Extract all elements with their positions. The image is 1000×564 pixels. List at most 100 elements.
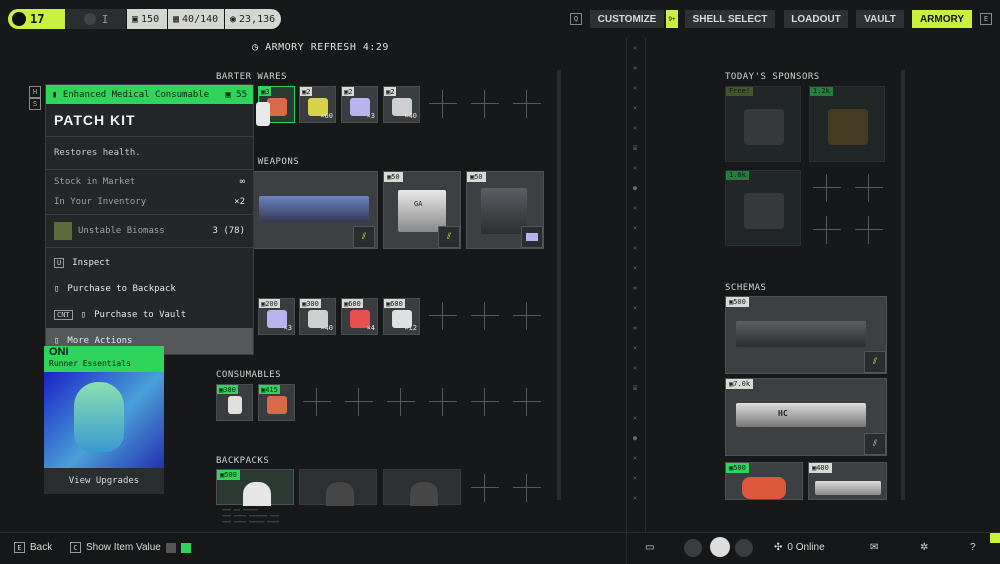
empty-slot bbox=[387, 388, 415, 416]
party-slot-left[interactable] bbox=[684, 539, 702, 557]
barter-item-price: 2 bbox=[348, 87, 353, 96]
show-key: C bbox=[70, 542, 81, 553]
consumable-item[interactable]: ▣ 415 bbox=[258, 384, 295, 421]
credits-toggle-icon bbox=[180, 542, 191, 553]
biomass-icon bbox=[54, 222, 72, 240]
armory-refresh: ◷ ARMORY REFRESH 4:29 bbox=[252, 42, 389, 53]
inventory-value: ×2 bbox=[234, 197, 245, 207]
nav-armory[interactable]: ARMORY bbox=[912, 10, 972, 28]
empty-slot bbox=[855, 216, 883, 244]
ammo-item[interactable]: ▣ 600 ×12 bbox=[383, 298, 420, 335]
oni-artwork bbox=[44, 372, 164, 468]
schema-item[interactable]: ▣ 500 bbox=[725, 462, 803, 500]
sponsor-price: Free! bbox=[726, 87, 754, 96]
action-purchase-vault[interactable]: CNT ▯ Purchase to Vault bbox=[46, 302, 253, 328]
barter-item[interactable]: ▣ 2 ×60 bbox=[299, 86, 336, 123]
barter-item[interactable]: ▣ 2 ×40 bbox=[383, 86, 420, 123]
ammo-qty: ×12 bbox=[404, 324, 417, 332]
ammo-item[interactable]: ▣ 600 ×4 bbox=[341, 298, 378, 335]
barter-item-qty: ×60 bbox=[320, 112, 333, 120]
cost-label: Unstable Biomass bbox=[78, 226, 165, 236]
oni-brand: ONI bbox=[49, 346, 69, 358]
empty-slot bbox=[429, 388, 457, 416]
mail-icon[interactable]: ✉ bbox=[870, 542, 878, 553]
consumable-item[interactable]: ▣ 300 bbox=[216, 384, 253, 421]
schema-item[interactable]: ▣ 7.0k HC ⫽ bbox=[725, 378, 887, 456]
nav-loadout[interactable]: LOADOUT bbox=[784, 10, 848, 28]
faction-indicator[interactable]: I bbox=[66, 9, 126, 29]
empty-slot bbox=[345, 388, 373, 416]
nav-vault[interactable]: VAULT bbox=[856, 10, 904, 28]
schema-item[interactable]: ▣ 400 bbox=[808, 462, 887, 500]
empty-slot bbox=[513, 474, 541, 502]
tooltip-price: ▣ 55 bbox=[225, 89, 247, 100]
section-sponsors: TODAY'S SPONSORS bbox=[725, 72, 820, 82]
action-inspect[interactable]: U Inspect bbox=[46, 250, 253, 276]
ammo-item[interactable]: ▣ 200 ×3 bbox=[258, 298, 295, 335]
party-slot-right[interactable] bbox=[735, 539, 753, 557]
action-purchase-backpack[interactable]: ▯ Purchase to Backpack bbox=[46, 276, 253, 302]
notification-badge: 9+ bbox=[666, 10, 678, 28]
schema-item[interactable]: ▣ 500 ⫽ bbox=[725, 296, 887, 374]
price-tag: ▣ 3 bbox=[259, 87, 272, 96]
x-icon: ✕ bbox=[632, 164, 638, 172]
section-backpacks: BACKPACKS bbox=[216, 456, 270, 466]
weapon-item[interactable]: ▣ 50 bbox=[466, 171, 544, 249]
weapon-price: 50 bbox=[391, 173, 400, 181]
stock-label: Stock in Market bbox=[54, 177, 136, 187]
x-icon: ✕ bbox=[632, 304, 638, 312]
price-tag: ▣ 50 bbox=[384, 172, 403, 182]
sponsor-item[interactable]: Free! bbox=[725, 86, 801, 162]
chat-icon[interactable]: ▭ bbox=[645, 542, 654, 553]
settings-gear-icon[interactable]: ✲ bbox=[920, 542, 928, 553]
backpack-icon bbox=[326, 482, 354, 506]
sponsor-card-oni[interactable]: ONI Runner Essentials View Upgrades bbox=[44, 346, 164, 494]
backpack-item[interactable] bbox=[299, 469, 377, 506]
top-bar: 17 I ▣ 150 ▦ 40/140 ◉ 23,136 Q CUSTOMIZE 9+… bbox=[0, 0, 1000, 38]
back-button[interactable]: E Back bbox=[14, 542, 52, 553]
nav-shell-select[interactable]: SHELL SELECT bbox=[685, 10, 775, 28]
empty-slot bbox=[303, 388, 331, 416]
x-icon: ✕ bbox=[632, 104, 638, 112]
barter-item[interactable]: ▣ 2 ×3 bbox=[341, 86, 378, 123]
weapon-item[interactable]: ⫽ bbox=[252, 171, 378, 249]
attachment-icon: ⫽ bbox=[353, 226, 375, 248]
tooltip-stock: Stock in Market ∞ bbox=[46, 172, 253, 192]
faction-label: I bbox=[101, 12, 109, 26]
sponsor-art bbox=[744, 193, 784, 229]
empty-slot bbox=[429, 90, 457, 118]
action-label: Inspect bbox=[72, 258, 111, 268]
view-upgrades-button[interactable]: View Upgrades bbox=[44, 468, 164, 494]
player-avatar[interactable] bbox=[710, 537, 730, 557]
ammo-qty: ×3 bbox=[283, 324, 292, 332]
hand-cursor-icon bbox=[256, 102, 270, 126]
gear-icon: ✲ bbox=[632, 64, 638, 72]
tooltip-category-label: Enhanced Medical Consumable bbox=[62, 89, 210, 100]
footer-faint-text: ▬▬▬ ▬▬ ▬▬▬▬▬ ▬▬▬ ▬▬▬▬ ▬▬▬▬▬▬ ▬▬▬ ▬▬▬ ▬▬▬▬ … bbox=[222, 507, 280, 525]
price-tag: ▣ 500 bbox=[217, 470, 240, 480]
price-tag: ▣ 7.0k bbox=[726, 379, 754, 389]
price-tag: ▣ 300 bbox=[217, 385, 238, 394]
ammo-item[interactable]: ▣ 300 ×40 bbox=[299, 298, 336, 335]
sponsor-item[interactable]: 1.2k bbox=[809, 86, 885, 162]
weapon-item[interactable]: ▣ 50 GA ⫽ bbox=[383, 171, 461, 249]
back-key: E bbox=[14, 542, 25, 553]
show-item-value-toggle[interactable]: C Show Item Value bbox=[70, 542, 191, 553]
schema-price: 7.0k bbox=[733, 380, 751, 388]
price-tag: ▣ 500 bbox=[726, 297, 749, 307]
armory-refresh-label: ARMORY REFRESH 4:29 bbox=[265, 42, 389, 53]
empty-slot bbox=[429, 302, 457, 330]
help-icon[interactable]: ? bbox=[970, 542, 976, 553]
dot-icon: ● bbox=[632, 184, 638, 192]
x-icon: ✕ bbox=[632, 494, 638, 502]
schema-price: 400 bbox=[816, 464, 829, 472]
backpack-item[interactable] bbox=[383, 469, 461, 506]
show-item-value-label: Show Item Value bbox=[86, 542, 161, 553]
nav-customize[interactable]: CUSTOMIZE bbox=[590, 10, 664, 28]
player-level: 17 bbox=[8, 9, 65, 29]
backpack-item[interactable]: ▣ 500 bbox=[216, 469, 294, 506]
online-status[interactable]: ✣ 0 Online bbox=[774, 542, 825, 553]
x-icon: ✕ bbox=[632, 224, 638, 232]
x-icon: ✕ bbox=[632, 414, 638, 422]
sponsor-item[interactable]: 1.0k bbox=[725, 170, 801, 246]
